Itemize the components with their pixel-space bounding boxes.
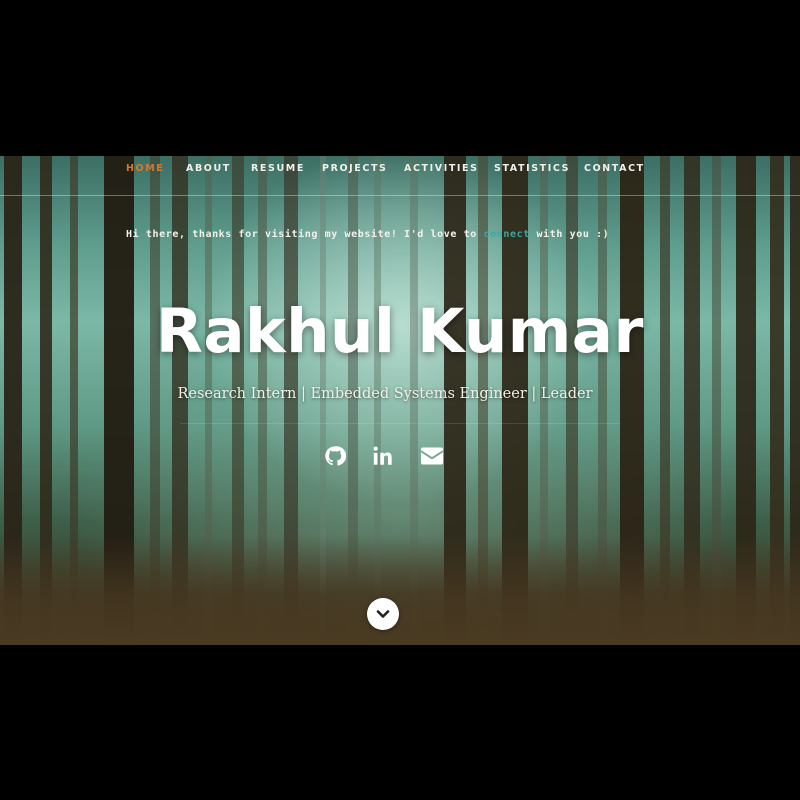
chevron-down-icon	[376, 610, 390, 618]
page-title: Rakhul Kumar	[155, 296, 645, 367]
nav-item-statistics[interactable]: STATISTICS	[494, 163, 570, 174]
hero-section: HOME ABOUT RESUME PROJECTS ACTIVITIES ST…	[0, 156, 800, 645]
connect-link[interactable]: connect	[484, 229, 530, 240]
envelope-icon	[421, 447, 443, 465]
greeting-text: Hi there, thanks for visiting my website…	[126, 229, 609, 240]
top-navigation: HOME ABOUT RESUME PROJECTS ACTIVITIES ST…	[0, 156, 800, 196]
greeting-before: Hi there, thanks for visiting my website…	[126, 229, 484, 240]
scroll-down-button[interactable]	[367, 598, 399, 630]
tagline: Research Intern | Embedded Systems Engin…	[177, 386, 593, 402]
linkedin-icon	[373, 446, 392, 465]
nav-item-activities[interactable]: ACTIVITIES	[404, 163, 479, 174]
divider	[180, 423, 620, 424]
github-icon	[325, 446, 346, 466]
nav-item-projects[interactable]: PROJECTS	[322, 163, 387, 174]
nav-item-home[interactable]: HOME	[126, 163, 164, 174]
nav-item-contact[interactable]: CONTACT	[584, 163, 645, 174]
forest-floor	[0, 535, 800, 645]
linkedin-link[interactable]	[369, 442, 397, 470]
nav-item-about[interactable]: ABOUT	[186, 163, 231, 174]
nav-item-resume[interactable]: RESUME	[251, 163, 305, 174]
greeting-after: with you :)	[529, 229, 610, 240]
github-link[interactable]	[321, 442, 349, 470]
email-link[interactable]	[418, 442, 446, 470]
